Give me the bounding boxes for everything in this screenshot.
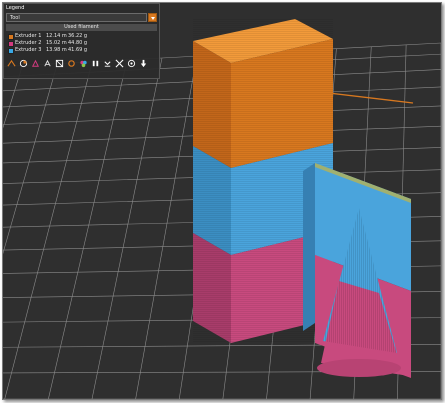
pause-prints-icon[interactable] [91,59,100,68]
extruder-2-name: Extruder 2 [15,40,42,46]
extruder-1-name: Extruder 1 [15,33,42,39]
legend-panel: Legend Tool Used filament Extruder 1 12.… [3,3,160,79]
seams-icon[interactable] [55,59,64,68]
custom-gcodes-icon[interactable] [103,59,112,68]
travel-icon[interactable] [7,59,16,68]
shells-icon[interactable] [127,59,136,68]
extruder-2-length: 15.02 m [46,40,67,46]
deretractions-icon[interactable] [43,59,52,68]
retractions-icon[interactable] [31,59,40,68]
extruder-3-name: Extruder 3 [15,47,42,53]
legend-title: Legend [6,5,25,11]
center-of-gravity-icon[interactable] [115,59,124,68]
wall-edge-face [303,163,315,331]
tower-orange-left-face [193,41,231,168]
color-changes-icon[interactable] [79,59,88,68]
extruder-row-3: Extruder 3 13.98 m 41.69 g [8,47,158,54]
legend-options-toolbar [6,55,158,75]
extruder-1-length: 12.14 m [46,33,67,39]
cone-base-ellipse [317,359,401,377]
wipe-icon[interactable] [19,59,28,68]
view-type-value: Tool [10,15,20,21]
used-filament-header: Used filament [6,24,157,31]
extruder-2-weight: 44.80 g [68,40,88,46]
extruder-row-2: Extruder 2 15.02 m 44.80 g [8,40,158,47]
extruder-3-weight: 41.69 g [68,47,88,53]
tool-changes-icon[interactable] [67,59,76,68]
view-type-select[interactable]: Tool [6,13,147,22]
extruder-1-weight: 36.22 g [68,33,88,39]
dropdown-arrow-icon[interactable] [148,13,157,22]
viewport-frame: Legend Tool Used filament Extruder 1 12.… [2,2,442,400]
extruder-3-swatch [8,48,14,54]
extruder-row-1: Extruder 1 12.14 m 36.22 g [8,33,158,40]
tool-marker-icon[interactable] [139,59,148,68]
extruder-3-length: 13.98 m [46,47,67,53]
